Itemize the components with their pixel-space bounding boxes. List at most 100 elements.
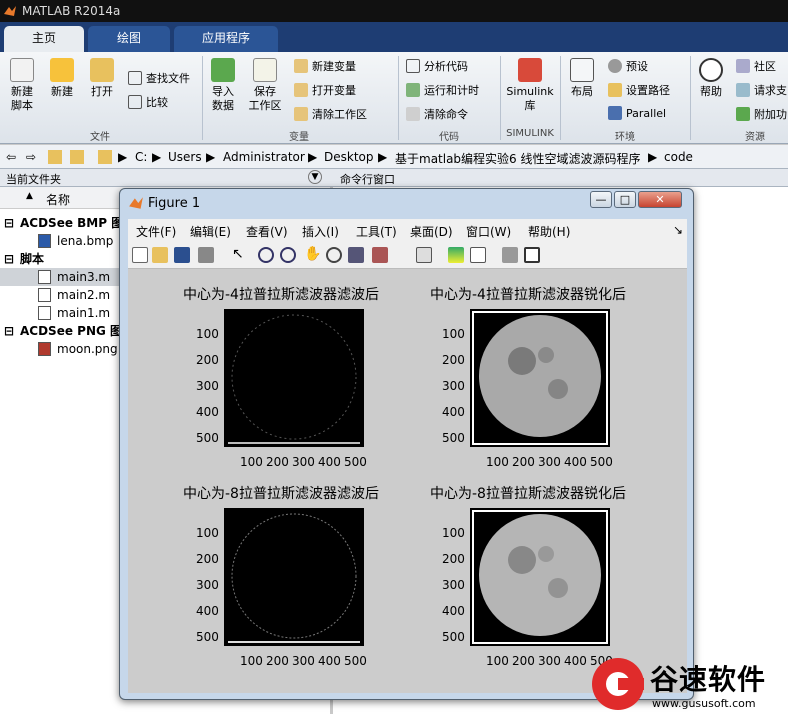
- xtick: 400: [564, 455, 587, 469]
- hide-plot-tools-icon[interactable]: [502, 247, 518, 263]
- request-support-button[interactable]: 请求支: [736, 82, 787, 98]
- menu-desktop[interactable]: 桌面(D): [410, 223, 453, 240]
- path-segment[interactable]: Administrator: [223, 150, 305, 164]
- browse-icon[interactable]: [70, 150, 84, 164]
- subplot-2-axes[interactable]: [470, 309, 610, 447]
- new-variable-button[interactable]: 新建变量: [294, 58, 356, 74]
- community-button[interactable]: 社区: [736, 58, 776, 74]
- data-cursor-icon[interactable]: [348, 247, 364, 263]
- path-segment[interactable]: Users: [168, 150, 202, 164]
- addons-button[interactable]: 附加功: [736, 106, 787, 122]
- section-environment: 环境: [615, 132, 635, 143]
- tab-home[interactable]: 主页: [4, 26, 84, 52]
- xtick: 100: [486, 455, 509, 469]
- menu-view[interactable]: 查看(V): [246, 223, 288, 240]
- analyze-code-button[interactable]: 分析代码: [406, 58, 468, 74]
- clear-commands-button[interactable]: 清除命令: [406, 106, 468, 122]
- pointer-icon[interactable]: ↖: [232, 247, 248, 263]
- open-variable-button[interactable]: 打开变量: [294, 82, 356, 98]
- simulink-library-button[interactable]: Simulink 库: [506, 58, 554, 113]
- pan-icon[interactable]: ✋: [304, 247, 321, 263]
- xtick: 200: [512, 455, 535, 469]
- menu-file[interactable]: 文件(F): [136, 223, 176, 240]
- pane-menu-icon[interactable]: ▼: [308, 170, 322, 184]
- legend-icon[interactable]: [470, 247, 486, 263]
- section-variable: 变量: [289, 132, 309, 143]
- new-button[interactable]: 新建: [46, 58, 78, 99]
- m-file-icon: [38, 288, 51, 302]
- new-script-button[interactable]: 新建 脚本: [6, 58, 38, 113]
- save-icon[interactable]: [174, 247, 190, 263]
- open-variable-icon: [294, 83, 308, 97]
- tab-plots[interactable]: 绘图: [88, 26, 170, 52]
- back-icon[interactable]: ⇦: [6, 150, 16, 164]
- address-bar[interactable]: ⇦ ⇨ ▶ C: ▶ Users ▶ Administrator ▶ Deskt…: [0, 145, 788, 169]
- subplot-4-axes[interactable]: [470, 508, 610, 646]
- command-window-title: 命令行窗口: [340, 173, 395, 186]
- collapse-icon[interactable]: ⊟: [4, 322, 14, 340]
- analyze-code-icon: [406, 59, 420, 73]
- xtick: 500: [344, 455, 367, 469]
- open-button[interactable]: 打开: [86, 58, 118, 99]
- show-plot-tools-icon[interactable]: [524, 247, 540, 263]
- close-icon[interactable]: ✕: [638, 191, 682, 208]
- subplot-3-title: 中心为-8拉普拉斯滤波器滤波后: [183, 486, 379, 502]
- tab-apps[interactable]: 应用程序: [174, 26, 278, 52]
- run-and-time-button[interactable]: 运行和计时: [406, 82, 479, 98]
- import-data-button[interactable]: 导入 数据: [207, 58, 239, 113]
- plus-icon: [50, 58, 74, 82]
- menu-window[interactable]: 窗口(W): [466, 223, 511, 240]
- help-button[interactable]: 帮助: [696, 58, 726, 99]
- divider: [398, 56, 399, 140]
- menu-tools[interactable]: 工具(T): [356, 223, 397, 240]
- forward-icon[interactable]: ⇨: [26, 150, 36, 164]
- divider: [500, 56, 501, 140]
- layout-button[interactable]: 布局: [566, 58, 598, 99]
- subplot-3-axes[interactable]: [224, 508, 364, 646]
- rotate-icon[interactable]: [326, 247, 342, 263]
- path-segment[interactable]: Desktop: [324, 150, 374, 164]
- path-segment[interactable]: C:: [135, 150, 147, 164]
- watermark-url: www.gususoft.com: [652, 697, 756, 710]
- link-plot-icon[interactable]: [416, 247, 432, 263]
- section-code: 代码: [439, 132, 459, 143]
- zoom-in-icon[interactable]: [258, 247, 274, 263]
- up-folder-icon[interactable]: [48, 150, 62, 164]
- collapse-icon[interactable]: ⊟: [4, 214, 14, 232]
- print-icon[interactable]: [198, 247, 214, 263]
- subplot-2-title: 中心为-4拉普拉斯滤波器锐化后: [430, 287, 626, 303]
- ytick: 500: [442, 431, 465, 445]
- new-figure-icon[interactable]: [132, 247, 148, 263]
- collapse-icon[interactable]: ⊟: [4, 250, 14, 268]
- compare-button[interactable]: 比较: [128, 94, 168, 110]
- set-path-button[interactable]: 设置路径: [608, 82, 670, 98]
- colorbar-icon[interactable]: [448, 247, 464, 263]
- path-segment[interactable]: 基于matlab编程实验6 线性空域滤波源码程序: [395, 150, 641, 167]
- compare-icon: [128, 95, 142, 109]
- open-file-icon[interactable]: [152, 247, 168, 263]
- figure-window[interactable]: Figure 1 — □ ✕ 文件(F) 编辑(E) 查看(V) 插入(I) 工…: [119, 188, 694, 700]
- maximize-icon[interactable]: □: [614, 191, 636, 208]
- find-files-button[interactable]: 查找文件: [128, 70, 190, 86]
- menubar-dock-icon[interactable]: ↘: [673, 223, 683, 237]
- ribbon-tabbar: 主页 绘图 应用程序: [0, 22, 788, 52]
- brush-icon[interactable]: [372, 247, 388, 263]
- xtick: 500: [590, 455, 613, 469]
- sort-icon[interactable]: ▲: [26, 191, 33, 201]
- menu-help[interactable]: 帮助(H): [528, 223, 570, 240]
- preferences-button[interactable]: 预设: [608, 58, 648, 74]
- zoom-out-icon[interactable]: [280, 247, 296, 263]
- clear-workspace-button[interactable]: 清除工作区: [294, 106, 367, 122]
- minimize-icon[interactable]: —: [590, 191, 612, 208]
- ytick: 400: [196, 405, 219, 419]
- folder-icon: [98, 150, 112, 164]
- separator-icon: ▶: [378, 150, 388, 164]
- current-folder-title: 当前文件夹: [6, 173, 61, 186]
- menu-insert[interactable]: 插入(I): [302, 223, 339, 240]
- save-workspace-button[interactable]: 保存 工作区: [246, 58, 284, 113]
- parallel-button[interactable]: Parallel: [608, 106, 666, 120]
- xtick: 300: [292, 455, 315, 469]
- path-segment[interactable]: code: [664, 150, 693, 164]
- subplot-1-axes[interactable]: [224, 309, 364, 447]
- menu-edit[interactable]: 编辑(E): [190, 223, 231, 240]
